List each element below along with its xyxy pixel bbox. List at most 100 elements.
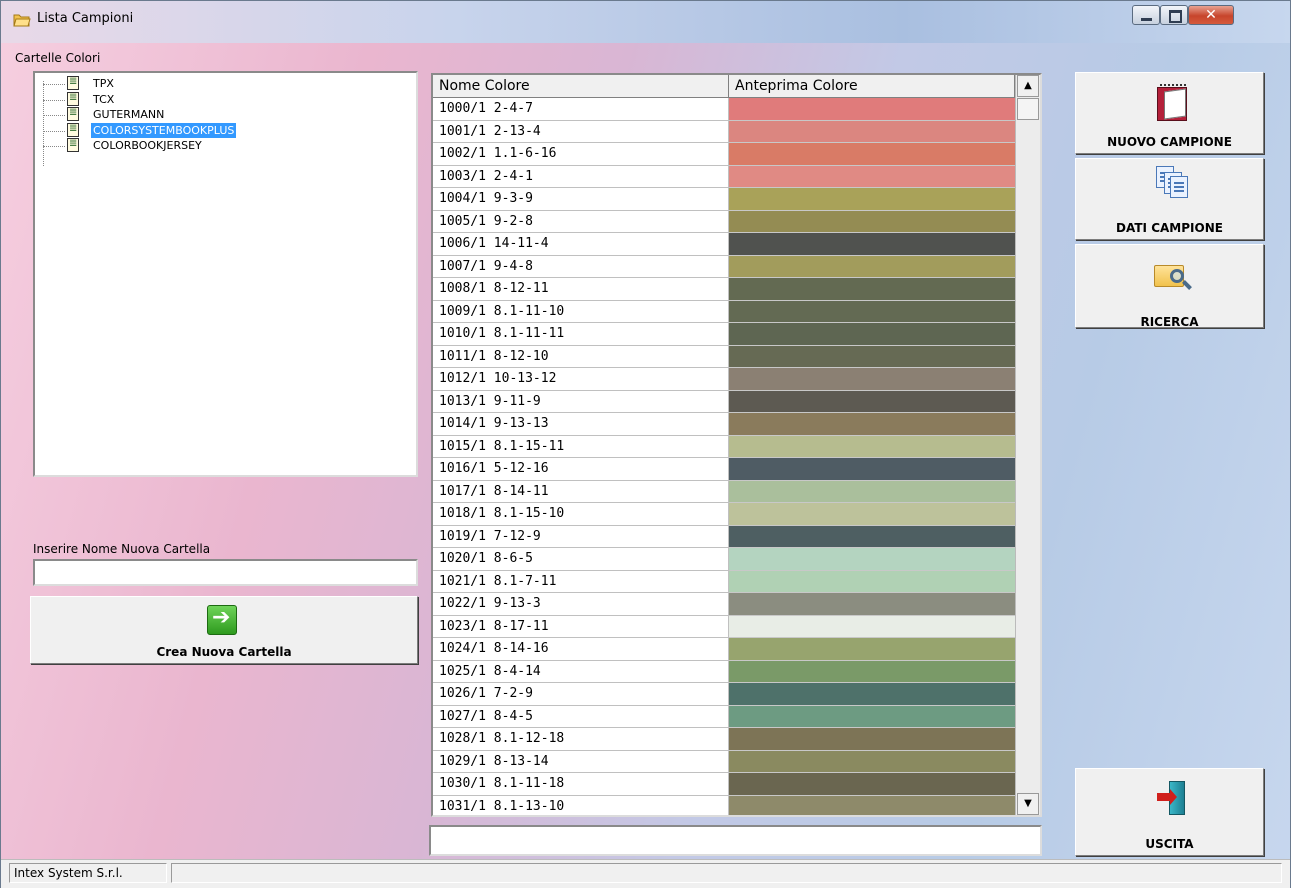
color-preview-cell [729, 728, 1015, 751]
table-row[interactable]: 1016/1 5-12-16 [433, 458, 1015, 481]
table-row[interactable]: 1030/1 8.1-11-18 [433, 773, 1015, 796]
table-row[interactable]: 1029/1 8-13-14 [433, 750, 1015, 773]
table-row[interactable]: 1027/1 8-4-5 [433, 705, 1015, 728]
table-row[interactable]: 1021/1 8.1-7-11 [433, 570, 1015, 593]
folder-tree[interactable]: TPX TCX GUTERMANNCOLORSYSTEMBOOKPLUSCOLORB… [33, 71, 418, 477]
table-row[interactable]: 1014/1 9-13-13 [433, 413, 1015, 436]
folder-doc-icon [67, 90, 79, 106]
color-preview-cell [729, 480, 1015, 503]
color-name-cell: 1016/1 5-12-16 [433, 458, 729, 481]
color-preview-cell [729, 705, 1015, 728]
table-row[interactable]: 1001/1 2-13-4 [433, 120, 1015, 143]
table-row[interactable]: 1019/1 7-12-9 [433, 525, 1015, 548]
color-name-cell: 1007/1 9-4-8 [433, 255, 729, 278]
table-row[interactable]: 1020/1 8-6-5 [433, 548, 1015, 571]
close-button[interactable]: ✕ [1188, 5, 1234, 25]
color-name-cell: 1018/1 8.1-15-10 [433, 503, 729, 526]
folder-item-label: COLORSYSTEMBOOKPLUS [91, 122, 237, 138]
color-name-cell: 1015/1 8.1-15-11 [433, 435, 729, 458]
color-name-cell: 1027/1 8-4-5 [433, 705, 729, 728]
color-name-cell: 1003/1 2-4-1 [433, 165, 729, 188]
color-name-cell: 1011/1 8-12-10 [433, 345, 729, 368]
nuovo-campione-button[interactable]: NUOVO CAMPIONE [1075, 72, 1264, 154]
folder-doc-icon [67, 74, 79, 90]
vertical-scrollbar[interactable]: ▲ ▼ [1015, 75, 1040, 815]
table-row[interactable]: 1023/1 8-17-11 [433, 615, 1015, 638]
table-row[interactable]: 1000/1 2-4-7 [433, 98, 1015, 121]
grid-header: Nome Colore Anteprima Colore [433, 75, 1015, 98]
color-name-cell: 1001/1 2-13-4 [433, 120, 729, 143]
table-row[interactable]: 1005/1 9-2-8 [433, 210, 1015, 233]
uscita-label: USCITA [1145, 837, 1194, 851]
table-row[interactable]: 1007/1 9-4-8 [433, 255, 1015, 278]
color-name-cell: 1022/1 9-13-3 [433, 593, 729, 616]
table-row[interactable]: 1026/1 7-2-9 [433, 683, 1015, 706]
ricerca-label: RICERCA [1140, 315, 1199, 329]
color-name-cell: 1031/1 8.1-13-10 [433, 795, 729, 815]
color-preview-cell [729, 323, 1015, 346]
main-window: Lista Campioni ✕ Cartelle Colori TPX TCX G… [0, 0, 1291, 888]
color-grid[interactable]: Nome Colore Anteprima Colore 1000/1 2-4-… [431, 73, 1042, 817]
column-header-anteprima[interactable]: Anteprima Colore [729, 75, 1015, 97]
table-row[interactable]: 1008/1 8-12-11 [433, 278, 1015, 301]
color-preview-cell [729, 458, 1015, 481]
color-name-cell: 1006/1 14-11-4 [433, 233, 729, 256]
table-row[interactable]: 1006/1 14-11-4 [433, 233, 1015, 256]
ricerca-button[interactable]: RICERCA [1075, 244, 1264, 329]
color-preview-cell [729, 98, 1015, 121]
color-preview-cell [729, 750, 1015, 773]
folder-item-label: TPX [93, 77, 114, 90]
color-name-cell: 1025/1 8-4-14 [433, 660, 729, 683]
table-row[interactable]: 1011/1 8-12-10 [433, 345, 1015, 368]
uscita-button[interactable]: USCITA [1075, 768, 1264, 856]
color-preview-cell [729, 255, 1015, 278]
table-row[interactable]: 1003/1 2-4-1 [433, 165, 1015, 188]
table-row[interactable]: 1028/1 8.1-12-18 [433, 728, 1015, 751]
color-name-cell: 1002/1 1.1-6-16 [433, 143, 729, 166]
table-row[interactable]: 1018/1 8.1-15-10 [433, 503, 1015, 526]
color-preview-cell [729, 368, 1015, 391]
color-preview-cell [729, 795, 1015, 815]
color-preview-cell [729, 345, 1015, 368]
table-row[interactable]: 1025/1 8-4-14 [433, 660, 1015, 683]
table-row[interactable]: 1031/1 8.1-13-10 [433, 795, 1015, 815]
table-row[interactable]: 1013/1 9-11-9 [433, 390, 1015, 413]
tree-connector [43, 84, 65, 85]
column-header-nome[interactable]: Nome Colore [433, 75, 729, 97]
scroll-up-arrow[interactable]: ▲ [1017, 75, 1039, 97]
color-preview-cell [729, 120, 1015, 143]
close-icon: ✕ [1205, 7, 1217, 23]
info-field[interactable] [429, 825, 1042, 856]
scroll-thumb[interactable] [1017, 98, 1039, 120]
scroll-down-arrow[interactable]: ▼ [1017, 793, 1039, 815]
table-row[interactable]: 1009/1 8.1-11-10 [433, 300, 1015, 323]
color-preview-cell [729, 188, 1015, 211]
color-preview-cell [729, 435, 1015, 458]
create-folder-button[interactable]: Crea Nuova Cartella [30, 596, 418, 664]
new-folder-input[interactable] [33, 559, 418, 586]
table-row[interactable]: 1024/1 8-14-16 [433, 638, 1015, 661]
tree-connector [43, 81, 44, 166]
color-name-cell: 1009/1 8.1-11-10 [433, 300, 729, 323]
folder-search-icon [1154, 259, 1192, 295]
minimize-button[interactable] [1132, 5, 1160, 25]
table-row[interactable]: 1002/1 1.1-6-16 [433, 143, 1015, 166]
table-row[interactable]: 1022/1 9-13-3 [433, 593, 1015, 616]
table-row[interactable]: 1017/1 8-14-11 [433, 480, 1015, 503]
window-title: Lista Campioni [37, 11, 134, 26]
table-row[interactable]: 1004/1 9-3-9 [433, 188, 1015, 211]
table-row[interactable]: 1010/1 8.1-11-11 [433, 323, 1015, 346]
maximize-button[interactable] [1160, 5, 1188, 25]
dati-campione-button[interactable]: DATI CAMPIONE [1075, 158, 1264, 240]
color-preview-cell [729, 683, 1015, 706]
color-name-cell: 1020/1 8-6-5 [433, 548, 729, 571]
color-name-cell: 1028/1 8.1-12-18 [433, 728, 729, 751]
table-row[interactable]: 1015/1 8.1-15-11 [433, 435, 1015, 458]
color-preview-cell [729, 413, 1015, 436]
status-panel [171, 863, 1282, 883]
color-preview-cell [729, 773, 1015, 796]
nuovo-campione-label: NUOVO CAMPIONE [1107, 135, 1232, 149]
grid-body: 1000/1 2-4-7 1001/1 2-13-4 1002/1 1.1-6-16… [433, 98, 1015, 815]
color-preview-cell [729, 638, 1015, 661]
table-row[interactable]: 1012/1 10-13-12 [433, 368, 1015, 391]
